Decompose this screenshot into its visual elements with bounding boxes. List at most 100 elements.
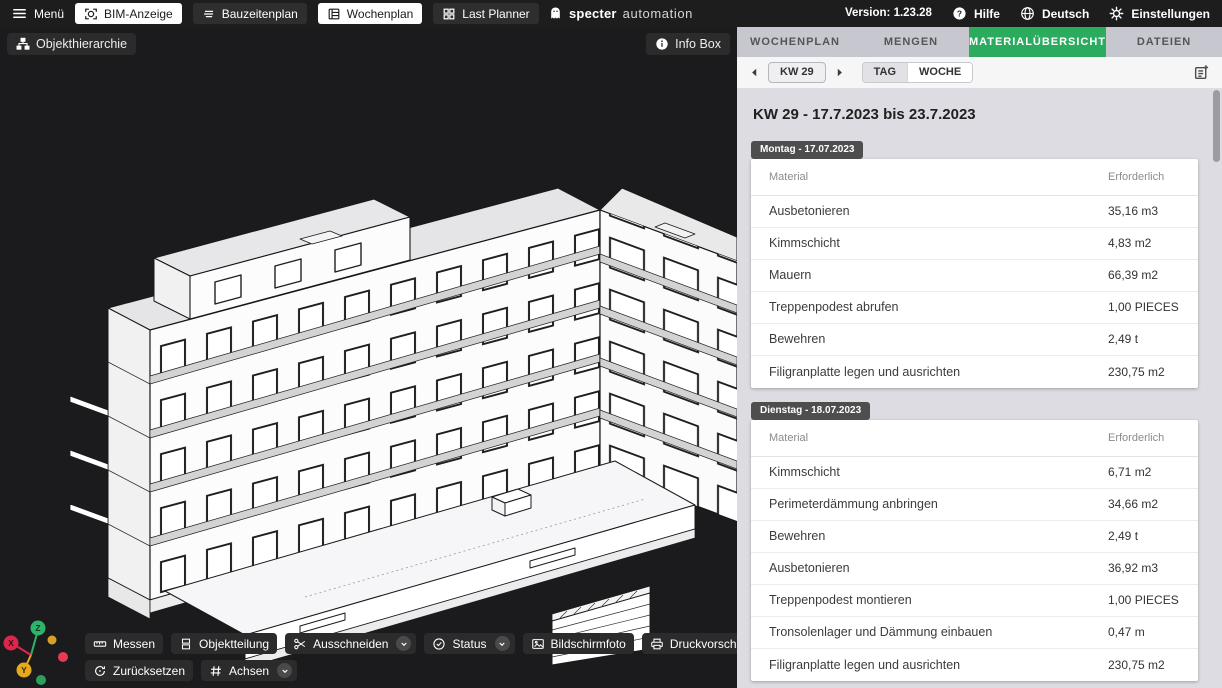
tab-dateien[interactable]: DATEIEN	[1106, 27, 1222, 57]
material-name: Kimmschicht	[769, 236, 1108, 251]
material-name: Bewehren	[769, 529, 1108, 544]
info-box-button[interactable]: Info Box	[646, 33, 730, 55]
add-note-button[interactable]	[1193, 64, 1210, 81]
topbar: Menü BIM-Anzeige Bauzeitenplan Wochenpla…	[0, 0, 1222, 27]
panel-tabs: WOCHENPLAN MENGEN MATERIALÜBERSICHT DATE…	[737, 27, 1222, 57]
day-week-toggle: TAG WOCHE	[862, 62, 974, 83]
hierarchy-icon	[16, 37, 30, 51]
nav-bim-anzeige[interactable]: BIM-Anzeige	[75, 3, 182, 24]
column-material: Material	[769, 171, 1108, 183]
required-amount: 0,47 m	[1108, 625, 1188, 639]
required-amount: 36,92 m3	[1108, 561, 1188, 575]
brand-suffix: automation	[623, 6, 693, 21]
material-name: Filigranplatte legen und ausrichten	[769, 365, 1108, 380]
table-row: Bewehren 2,49 t	[751, 324, 1198, 356]
achsen-label: Achsen	[229, 665, 269, 677]
next-week-button[interactable]	[831, 64, 849, 82]
achsen-button[interactable]: Achsen	[201, 660, 297, 681]
bim-viewport[interactable]: Objekthierarchie Info Box Z X	[0, 27, 737, 688]
object-hierarchy-button[interactable]: Objekthierarchie	[7, 33, 136, 55]
table-row: Perimeterdämmung anbringen 34,66 m2	[751, 489, 1198, 521]
split-icon	[179, 637, 193, 651]
table-row: Treppenpodest montieren 1,00 PIECES	[751, 585, 1198, 617]
week-selector-button[interactable]: KW 29	[768, 62, 826, 83]
tab-materialuebersicht[interactable]: MATERIALÜBERSICHT	[969, 27, 1106, 57]
axis-neg-z-dot[interactable]	[36, 675, 46, 685]
table-row: Kimmschicht 4,83 m2	[751, 228, 1198, 260]
material-table: Material Erforderlich Ausbetonieren 35,1…	[751, 159, 1198, 388]
table-row: Mauern 66,39 m2	[751, 260, 1198, 292]
nav-label: Last Planner	[462, 8, 529, 20]
gantt-icon	[202, 7, 216, 21]
nav-label: Bauzeitenplan	[222, 8, 298, 20]
required-amount: 35,16 m3	[1108, 204, 1188, 218]
nav-wochenplan[interactable]: Wochenplan	[318, 3, 423, 24]
bim-3d-scene[interactable]	[0, 27, 737, 688]
nav-label: Wochenplan	[347, 8, 414, 20]
nav-last-planner[interactable]: Last Planner	[433, 3, 538, 24]
required-amount: 2,49 t	[1108, 332, 1188, 346]
nav-bauzeitenplan[interactable]: Bauzeitenplan	[193, 3, 307, 24]
navigation-gizmo[interactable]: Z X Y	[0, 616, 72, 688]
week-navigation: KW 29 TAG WOCHE	[737, 57, 1222, 88]
column-material: Material	[769, 432, 1108, 444]
photo-icon	[531, 637, 545, 651]
day-badge: Montag - 17.07.2023	[751, 141, 863, 159]
previous-week-button[interactable]	[745, 64, 763, 82]
required-amount: 34,66 m2	[1108, 497, 1188, 511]
material-name: Perimeterdämmung anbringen	[769, 497, 1108, 512]
gear-icon	[1109, 6, 1124, 21]
tab-mengen[interactable]: MENGEN	[853, 27, 969, 57]
required-amount: 1,00 PIECES	[1108, 300, 1188, 314]
zuruecksetzen-button[interactable]: Zurücksetzen	[85, 660, 193, 681]
druckvorschau-button[interactable]: Druckvorschau	[642, 633, 737, 654]
caret-right-icon	[834, 67, 845, 78]
help-button[interactable]: ? Hilfe	[952, 6, 1000, 21]
zuruecksetzen-label: Zurücksetzen	[113, 665, 185, 677]
toggle-tag[interactable]: TAG	[863, 63, 907, 82]
version-label: Version: 1.23.28	[845, 8, 932, 20]
required-amount: 1,00 PIECES	[1108, 593, 1188, 607]
toggle-woche[interactable]: WOCHE	[907, 63, 972, 82]
menu-button[interactable]: Menü	[12, 6, 64, 21]
svg-text:?: ?	[957, 8, 962, 18]
hamburger-icon	[12, 6, 27, 21]
messen-button[interactable]: Messen	[85, 633, 163, 654]
grid-icon	[442, 7, 456, 21]
axis-neg-y-dot[interactable]	[48, 636, 57, 645]
axis-x-label: X	[8, 638, 14, 648]
reset-icon	[93, 664, 107, 678]
table-header: Material Erforderlich	[751, 420, 1198, 457]
status-label: Status	[452, 638, 486, 650]
tab-wochenplan[interactable]: WOCHENPLAN	[737, 27, 853, 57]
axis-x-handle[interactable]: X	[4, 636, 19, 651]
panel-scrollbar[interactable]	[1213, 90, 1220, 162]
column-required: Erforderlich	[1108, 171, 1188, 183]
material-name: Tronsolenlager und Dämmung einbauen	[769, 625, 1108, 640]
ausschneiden-dropdown[interactable]	[396, 636, 411, 651]
language-button[interactable]: Deutsch	[1020, 6, 1089, 21]
caret-left-icon	[749, 67, 760, 78]
info-icon	[655, 37, 669, 51]
bildschirmfoto-button[interactable]: Bildschirmfoto	[523, 633, 634, 654]
status-dropdown[interactable]	[495, 636, 510, 651]
nav-label: BIM-Anzeige	[104, 8, 173, 20]
table-header: Material Erforderlich	[751, 159, 1198, 196]
required-amount: 2,49 t	[1108, 529, 1188, 543]
object-hierarchy-label: Objekthierarchie	[36, 38, 127, 51]
axis-z-label: Z	[35, 623, 40, 633]
axis-y-handle[interactable]: Y	[17, 663, 32, 678]
objektteilung-label: Objektteilung	[199, 638, 269, 650]
scissors-icon	[293, 637, 307, 651]
achsen-dropdown[interactable]	[277, 663, 292, 678]
table-row: Tronsolenlager und Dämmung einbauen 0,47…	[751, 617, 1198, 649]
status-button[interactable]: Status	[424, 633, 514, 654]
axis-neg-x-dot[interactable]	[58, 652, 68, 662]
week-heading: KW 29 - 17.7.2023 bis 23.7.2023	[753, 106, 1198, 124]
ruler-icon	[93, 637, 107, 651]
settings-button[interactable]: Einstellungen	[1109, 6, 1210, 21]
language-label: Deutsch	[1042, 8, 1089, 20]
ausschneiden-button[interactable]: Ausschneiden	[285, 633, 416, 654]
axis-z-handle[interactable]: Z	[31, 621, 46, 636]
objektteilung-button[interactable]: Objektteilung	[171, 633, 277, 654]
